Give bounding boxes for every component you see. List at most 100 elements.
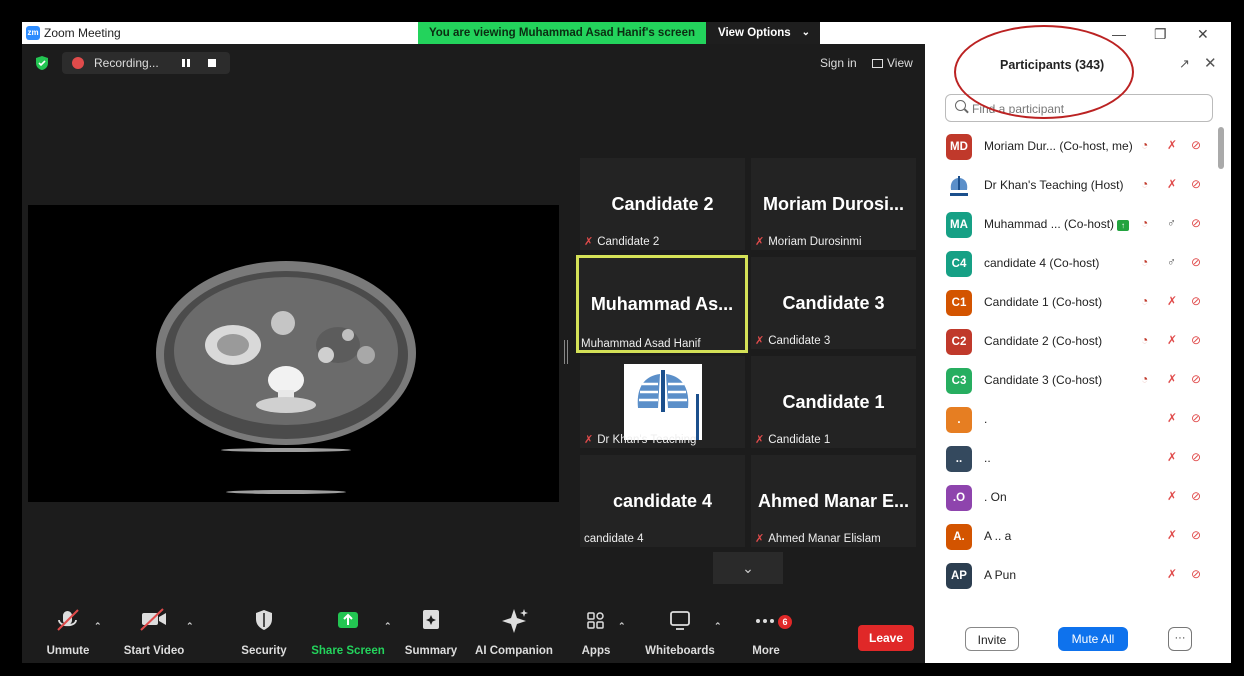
participant-row[interactable]: MA Muhammad ... (Co-host) ↑ ◔ ♂ ⊘ bbox=[925, 205, 1220, 244]
apps-caret-icon[interactable]: ⌃ bbox=[618, 621, 626, 632]
sign-in-link[interactable]: Sign in bbox=[820, 56, 857, 70]
video-off-icon[interactable]: ⊘ bbox=[1191, 138, 1201, 152]
participant-row[interactable]: C1 Candidate 1 (Co-host) ◔ ✗ ⊘ bbox=[925, 283, 1220, 322]
pause-recording-icon[interactable] bbox=[182, 59, 190, 67]
video-options-caret-icon[interactable]: ⌃ bbox=[186, 621, 194, 632]
participant-name-text: A Pun bbox=[984, 568, 1017, 582]
view-layout-button[interactable]: View bbox=[872, 56, 913, 70]
muted-mic-icon[interactable]: ✗ bbox=[1167, 450, 1177, 464]
muted-mic-icon[interactable]: ✗ bbox=[1167, 177, 1177, 191]
video-tile[interactable]: Ahmed Manar E... ✗ Ahmed Manar Elislam bbox=[751, 455, 916, 547]
video-tile[interactable]: Candidate 1 ✗ Candidate 1 bbox=[751, 356, 916, 448]
mute-all-button[interactable]: Mute All bbox=[1058, 627, 1128, 651]
tile-name-tag: candidate 4 bbox=[584, 533, 643, 545]
share-screen-button[interactable]: ⌃ Share Screen bbox=[308, 605, 392, 663]
video-off-icon[interactable]: ⊘ bbox=[1191, 255, 1201, 269]
video-tile[interactable]: candidate 4 candidate 4 bbox=[580, 455, 745, 547]
muted-mic-icon[interactable]: ✗ bbox=[1167, 138, 1177, 152]
participants-footer: Invite Mute All ··· bbox=[925, 617, 1231, 663]
participant-status-icons: ✗ ⊘ bbox=[1141, 528, 1216, 544]
video-tile-active-speaker[interactable]: Muhammad As... Muhammad Asad Hanif bbox=[576, 255, 748, 353]
video-off-icon[interactable]: ⊘ bbox=[1191, 411, 1201, 425]
participant-row[interactable]: AP A Pun ✗ ⊘ bbox=[925, 556, 1220, 595]
video-off-icon[interactable]: ⊘ bbox=[1191, 177, 1201, 191]
tile-name-tag: ✗ Ahmed Manar Elislam bbox=[755, 532, 881, 545]
video-off-icon[interactable]: ⊘ bbox=[1191, 450, 1201, 464]
video-tile[interactable]: Moriam Durosi... ✗ Moriam Durosinmi bbox=[751, 158, 916, 250]
encryption-shield-icon[interactable] bbox=[34, 55, 50, 71]
participants-panel: — ❐ ✕ Participants (343) ↗ ✕ MDMoriam Du… bbox=[925, 22, 1231, 663]
participant-row[interactable]: MD Moriam Dur... (Co-host, me) ◔ ✗ ⊘ bbox=[925, 127, 1220, 166]
mic-icon[interactable]: ♂ bbox=[1167, 255, 1176, 269]
summary-button[interactable]: Summary bbox=[402, 605, 460, 663]
pop-out-icon[interactable]: ↗ bbox=[1179, 56, 1190, 72]
stop-recording-icon[interactable] bbox=[208, 59, 216, 67]
video-off-icon[interactable]: ⊘ bbox=[1191, 567, 1201, 581]
video-off-icon[interactable]: ⊘ bbox=[1191, 528, 1201, 542]
unmute-button[interactable]: ⌃ Unmute bbox=[36, 605, 102, 663]
whiteboards-caret-icon[interactable]: ⌃ bbox=[714, 621, 722, 632]
participant-row[interactable]: .. ✗ ⊘ bbox=[925, 400, 1220, 439]
muted-microphone-icon bbox=[57, 609, 79, 631]
muted-mic-icon[interactable]: ✗ bbox=[1167, 372, 1177, 386]
muted-mic-icon: ✗ bbox=[755, 335, 765, 347]
muted-mic-icon[interactable]: ✗ bbox=[1167, 528, 1177, 542]
mic-icon[interactable]: ♂ bbox=[1167, 216, 1176, 230]
video-tile[interactable]: Candidate 3 ✗ Candidate 3 bbox=[751, 257, 916, 349]
muted-mic-icon[interactable]: ✗ bbox=[1167, 333, 1177, 347]
start-video-label: Start Video bbox=[123, 645, 185, 657]
invite-button[interactable]: Invite bbox=[965, 627, 1019, 651]
panel-resize-handle[interactable] bbox=[564, 340, 568, 364]
video-off-icon[interactable]: ⊘ bbox=[1191, 372, 1201, 386]
dkt-logo-image bbox=[624, 364, 702, 440]
participant-row[interactable]: C4 candidate 4 (Co-host) ◔ ♂ ⊘ bbox=[925, 244, 1220, 283]
muted-mic-icon[interactable]: ✗ bbox=[1167, 411, 1177, 425]
participant-row[interactable]: C3 Candidate 3 (Co-host) ◔ ✗ ⊘ bbox=[925, 361, 1220, 400]
muted-mic-icon[interactable]: ✗ bbox=[1167, 567, 1177, 581]
security-button[interactable]: Security bbox=[234, 605, 294, 663]
muted-mic-icon[interactable]: ✗ bbox=[1167, 489, 1177, 503]
participant-row[interactable]: Dr Khan's Teaching (Host) ◔ ✗ ⊘ bbox=[925, 166, 1220, 205]
video-tile[interactable]: Candidate 2 ✗ Candidate 2 bbox=[580, 158, 745, 250]
gallery-next-page-button[interactable]: ⌄ bbox=[713, 552, 783, 584]
muted-mic-icon[interactable]: ✗ bbox=[1167, 294, 1177, 308]
share-options-caret-icon[interactable]: ⌃ bbox=[384, 621, 392, 632]
more-options-button[interactable]: ··· bbox=[1168, 627, 1192, 651]
participant-row[interactable]: .... ✗ ⊘ bbox=[925, 439, 1220, 478]
participant-row[interactable]: C2 Candidate 2 (Co-host) ◔ ✗ ⊘ bbox=[925, 322, 1220, 361]
video-off-icon[interactable]: ⊘ bbox=[1191, 489, 1201, 503]
more-notification-badge: 6 bbox=[778, 615, 792, 629]
window-close-icon[interactable]: ✕ bbox=[1197, 26, 1209, 43]
video-off-icon[interactable]: ⊘ bbox=[1191, 333, 1201, 347]
dkt-logo-avatar bbox=[946, 173, 972, 199]
whiteboards-button[interactable]: ⌃ Whiteboards bbox=[640, 605, 722, 663]
leave-button[interactable]: Leave bbox=[858, 625, 914, 651]
panel-close-icon[interactable]: ✕ bbox=[1204, 54, 1217, 72]
whiteboards-label: Whiteboards bbox=[645, 645, 715, 657]
participant-list-scrollbar[interactable] bbox=[1218, 127, 1224, 169]
recording-label: Recording... bbox=[94, 56, 159, 70]
start-video-button[interactable]: ⌃ Start Video bbox=[118, 605, 194, 663]
ai-companion-button[interactable]: AI Companion bbox=[474, 605, 554, 663]
participant-list: MD Moriam Dur... (Co-host, me) ◔ ✗ ⊘ Dr Khan'… bbox=[925, 127, 1231, 607]
participant-row[interactable]: A. A .. a ✗ ⊘ bbox=[925, 517, 1220, 556]
participant-name: Candidate 2 (Co-host) bbox=[984, 334, 1102, 348]
audio-options-caret-icon[interactable]: ⌃ bbox=[94, 621, 102, 632]
restore-icon[interactable]: ❐ bbox=[1154, 26, 1167, 43]
participant-avatar: AP bbox=[946, 563, 972, 589]
video-off-icon[interactable]: ⊘ bbox=[1191, 216, 1201, 230]
video-off-icon[interactable]: ⊘ bbox=[1191, 294, 1201, 308]
participant-name-text: Candidate 1 (Co-host) bbox=[984, 295, 1103, 309]
view-options-button[interactable]: View Options ⌄ bbox=[706, 22, 820, 44]
more-button[interactable]: More bbox=[744, 605, 788, 663]
participant-name: A .. a bbox=[984, 529, 1011, 543]
participant-status-icons: ◔ ✗ ⊘ bbox=[1141, 333, 1216, 349]
minimize-icon[interactable]: — bbox=[1112, 26, 1126, 42]
participant-name-text: candidate 4 (Co-host) bbox=[984, 256, 1100, 270]
security-shield-icon bbox=[256, 610, 272, 630]
apps-button[interactable]: ⌃ Apps bbox=[574, 605, 626, 663]
chevron-down-icon: ⌄ bbox=[801, 27, 810, 38]
tile-display-name: Muhammad As... bbox=[590, 294, 734, 314]
participant-row[interactable]: .O. On ✗ ⊘ bbox=[925, 478, 1220, 517]
video-tile[interactable]: ✗ Dr Khan's Teaching bbox=[580, 356, 745, 448]
